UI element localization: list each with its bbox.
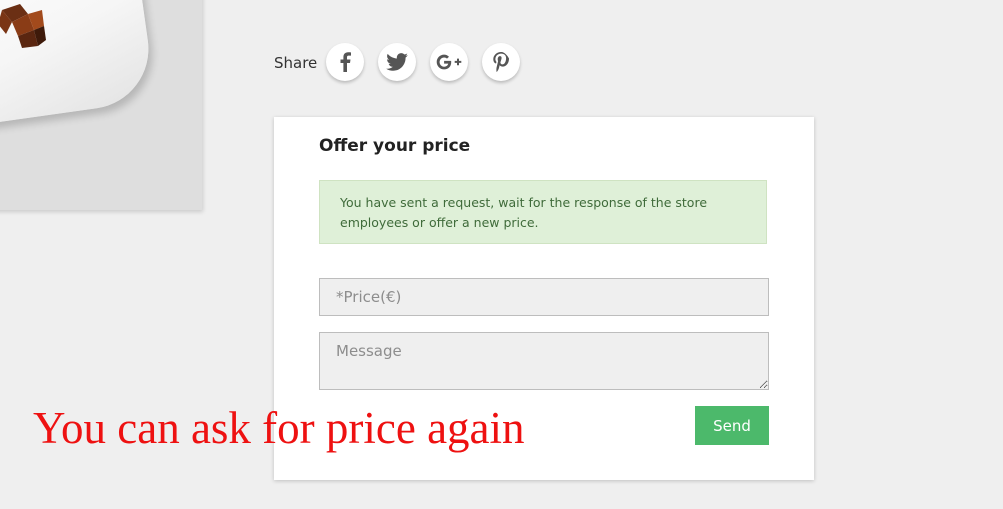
google-plus-share-button[interactable]	[430, 43, 469, 81]
google-plus-icon	[436, 54, 462, 70]
share-bar: Share	[274, 42, 534, 82]
offer-title: Offer your price	[319, 136, 471, 156]
success-alert: You have sent a request, wait for the re…	[319, 180, 767, 244]
annotation-text: You can ask for price again	[33, 403, 525, 453]
twitter-share-button[interactable]	[378, 43, 417, 81]
price-input[interactable]	[319, 278, 769, 316]
message-input[interactable]	[319, 332, 769, 390]
facebook-share-button[interactable]	[326, 43, 365, 81]
product-image	[0, 0, 202, 210]
facebook-icon	[340, 52, 352, 72]
twitter-icon	[386, 53, 409, 71]
pinterest-share-button[interactable]	[482, 43, 521, 81]
send-button[interactable]: Send	[695, 406, 769, 445]
share-label: Share	[274, 54, 318, 72]
bear-print-illustration	[0, 4, 46, 48]
pinterest-icon	[493, 52, 510, 72]
